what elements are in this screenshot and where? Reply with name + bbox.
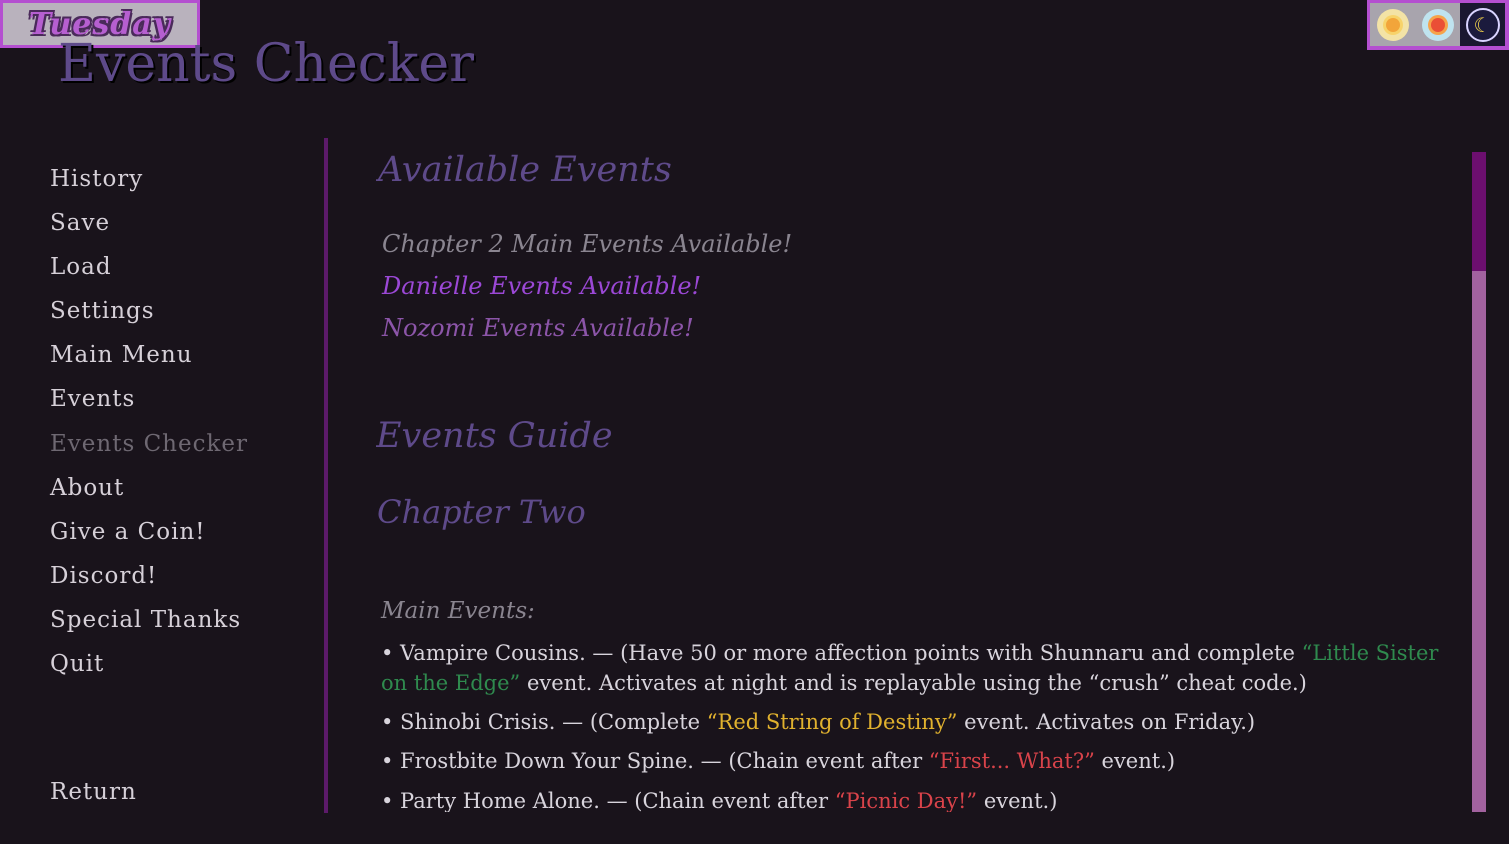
time-slot-noon: [1415, 3, 1460, 46]
sidebar-divider: [324, 138, 328, 813]
available-item-danielle: Danielle Events Available!: [382, 272, 702, 300]
available-events-heading: Available Events: [378, 150, 672, 190]
event-condition: — (Chain event after: [693, 749, 929, 773]
content-scrollbar[interactable]: [1472, 152, 1486, 812]
nav-load[interactable]: Load: [50, 254, 112, 280]
noon-sun-icon: [1421, 8, 1454, 41]
time-of-day-indicator: ☾: [1367, 0, 1509, 50]
event-entry: • Party Home Alone. — (Chain event after…: [381, 786, 1456, 812]
events-guide-heading: Events Guide: [376, 416, 613, 456]
event-condition-end: event.): [977, 789, 1058, 812]
event-condition: — (Complete: [555, 710, 707, 734]
nav-events[interactable]: Events: [50, 386, 135, 412]
nav-give-a-coin[interactable]: Give a Coin!: [50, 519, 206, 545]
return-button[interactable]: Return: [50, 779, 137, 805]
event-name: • Frostbite Down Your Spine.: [381, 749, 694, 773]
event-entry: • Shinobi Crisis. — (Complete “Red Strin…: [381, 707, 1456, 737]
nav-discord[interactable]: Discord!: [50, 563, 157, 589]
screen-title: Events Checker: [58, 34, 475, 94]
event-entry: • Frostbite Down Your Spine. — (Chain ev…: [381, 746, 1456, 776]
event-condition-end: event.): [1094, 749, 1176, 773]
event-condition: — (Have 50 or more affection points with…: [585, 641, 1302, 665]
event-link: “Red String of Destiny”: [706, 710, 958, 734]
night-moon-icon: ☾: [1465, 7, 1500, 42]
main-events-label: Main Events:: [381, 598, 535, 624]
scrollbar-thumb[interactable]: [1472, 152, 1486, 271]
event-link: “First... What?”: [928, 749, 1095, 773]
event-link: “Picnic Day!”: [834, 789, 978, 812]
nav-main-menu[interactable]: Main Menu: [50, 342, 193, 368]
nav-settings[interactable]: Settings: [50, 298, 155, 324]
event-condition-end: event. Activates at night and is replaya…: [520, 671, 1307, 695]
chapter-heading: Chapter Two: [377, 493, 586, 531]
time-slot-night: ☾: [1460, 3, 1505, 46]
time-slot-morning: [1370, 3, 1415, 46]
event-entry: • Vampire Cousins. — (Have 50 or more af…: [381, 638, 1456, 698]
nav-about[interactable]: About: [50, 475, 124, 501]
event-name: • Shinobi Crisis.: [381, 710, 556, 734]
morning-sun-icon: [1376, 8, 1409, 41]
nav-special-thanks[interactable]: Special Thanks: [50, 607, 241, 633]
nav-quit[interactable]: Quit: [50, 651, 104, 677]
nav-history[interactable]: History: [50, 166, 143, 192]
nav-save[interactable]: Save: [50, 210, 110, 236]
events-checker-content: Available Events Chapter 2 Main Events A…: [376, 140, 1461, 812]
event-name: • Party Home Alone.: [381, 789, 600, 812]
available-item-chapter2: Chapter 2 Main Events Available!: [382, 230, 793, 258]
nav-events-checker[interactable]: Events Checker: [50, 431, 248, 457]
event-name: • Vampire Cousins.: [381, 641, 586, 665]
event-condition: — (Chain event after: [599, 789, 835, 812]
available-item-nozomi: Nozomi Events Available!: [382, 314, 694, 342]
event-condition-end: event. Activates on Friday.): [957, 710, 1256, 734]
